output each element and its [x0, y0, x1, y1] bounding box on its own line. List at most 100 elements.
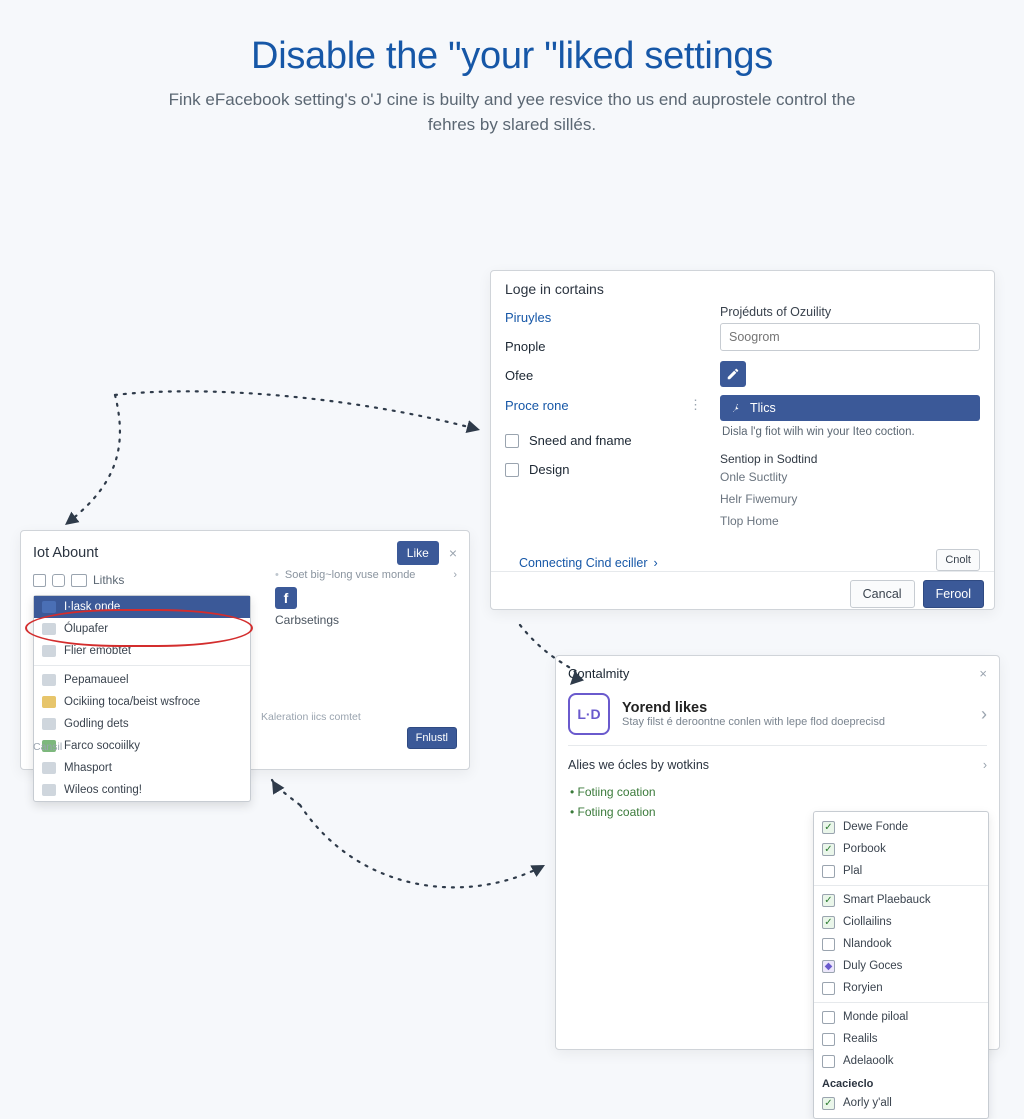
sort-hint: Soet big~long vuse monde — [285, 569, 416, 581]
folder-icon[interactable] — [52, 574, 65, 587]
nav-piruyles[interactable]: Piruyles — [505, 303, 702, 332]
chevron-right-icon[interactable]: › — [981, 704, 987, 725]
settings-nav: Piruyles Pnople Ofee Proce rone ⋮ Sneed … — [491, 299, 716, 549]
checklist-popover[interactable]: ✓Dewe Fonde ✓Porbook ✓Plal ✓Smart Plaeba… — [813, 811, 989, 1119]
connecting-link[interactable]: Connecting Cind eciller › — [505, 550, 672, 570]
nav-pnople[interactable]: Pnople — [505, 332, 702, 361]
check-item[interactable]: ✓Roryien — [814, 977, 988, 999]
about-left-column: Lithks I·lask onde Ólupafer Flier emobte… — [33, 569, 263, 749]
dropdown-item[interactable]: Flier emobtet — [34, 640, 250, 662]
hero-icon: L·D — [568, 693, 610, 735]
home-icon[interactable] — [33, 574, 46, 587]
nav-proce-rone[interactable]: Proce rone ⋮ — [505, 390, 702, 420]
dropdown-item-label: Mhasport — [64, 762, 112, 774]
check-item[interactable]: ✓Porbook — [814, 838, 988, 860]
page-subtitle: Fink eFacebook setting's o'J cine is bui… — [162, 88, 862, 137]
check-item-label: Smart Plaebauck — [843, 894, 931, 906]
subitem[interactable]: Tlop Home — [720, 510, 980, 532]
tics-desc: Disla l'g fiot wilh win your Iteo coctio… — [720, 421, 980, 448]
dropdown-item[interactable]: Farco socoiilky — [34, 735, 250, 757]
edit-icon-button[interactable] — [720, 361, 746, 387]
subitem[interactable]: Helr Fiwemury — [720, 488, 980, 510]
dropdown-item[interactable]: Mhasport — [34, 757, 250, 779]
row-allies[interactable]: Alies we ócles by wotkins › — [568, 750, 987, 780]
dropdown-item-label: Farco socoiilky — [64, 740, 140, 752]
settings-footer: Cancal Ferool — [491, 571, 994, 616]
dropdown-item-label: Ólupafer — [64, 623, 108, 635]
row-allies-label: Alies we ócles by wotkins — [568, 758, 709, 772]
settings-subhead: Sentiop in Sodtind — [720, 452, 980, 466]
chevron-right-icon: › — [654, 556, 658, 570]
about-dropdown[interactable]: I·lask onde Ólupafer Flier emobtet Pepam… — [33, 595, 251, 802]
search-input[interactable] — [720, 323, 980, 351]
proceed-button[interactable]: Ferool — [923, 580, 984, 608]
settings-detail: Projéduts of Ozuility Tlics Disla l'g fi… — [716, 299, 994, 549]
check-item[interactable]: ✓Adelaoolk — [814, 1050, 988, 1072]
dropdown-item[interactable]: Ólupafer — [34, 618, 250, 640]
breadcrumb-label: Lithks — [93, 573, 124, 587]
page-title: Disable the "your "liked settings — [162, 35, 862, 78]
about-panel: Iot Abount Like × Lithks I·lask onde Ólu… — [20, 530, 470, 770]
enlist-button[interactable]: Fnlustl — [407, 727, 457, 749]
confirm-title: Contalmity — [568, 666, 629, 681]
footnote: Cansil — [33, 741, 62, 753]
bullet-item: Fotiing coation — [570, 782, 987, 802]
check-item-label: Ciollailins — [843, 916, 892, 928]
check-item-label: Dewe Fonde — [843, 821, 908, 833]
field-label: Projéduts of Ozuility — [720, 305, 980, 319]
close-icon[interactable]: × — [449, 545, 457, 561]
check-item-label: Adelaoolk — [843, 1055, 894, 1067]
check-item-label: Roryien — [843, 982, 883, 994]
dropdown-item[interactable]: Pepamaueel — [34, 669, 250, 691]
tics-label: Tlics — [750, 401, 776, 415]
carbsettings-label[interactable]: Carbsetings — [275, 613, 457, 627]
check-item-label: Nlandook — [843, 938, 892, 950]
nav-design-label: Design — [529, 462, 569, 477]
check-item[interactable]: ✓Dewe Fonde — [814, 816, 988, 838]
settings-panel-title: Loge in cortains — [491, 271, 994, 299]
tics-bar[interactable]: Tlics — [720, 395, 980, 421]
cnolt-button[interactable]: Cnolt — [936, 549, 980, 571]
nav-design[interactable]: Design — [505, 455, 702, 484]
settings-panel: Loge in cortains Piruyles Pnople Ofee Pr… — [490, 270, 995, 610]
kebab-icon[interactable]: ⋮ — [689, 397, 702, 413]
check-item[interactable]: ✓Ciollailins — [814, 911, 988, 933]
check-item-label: Realils — [843, 1033, 878, 1045]
close-icon[interactable]: × — [979, 666, 987, 681]
hero-title: Yorend likes — [622, 700, 885, 716]
dropdown-item-selected[interactable]: I·lask onde — [34, 596, 250, 618]
subitem[interactable]: Onle Suctlity — [720, 466, 980, 488]
check-item-label: Duly Goces — [843, 960, 902, 972]
dropdown-item-label: Flier emobtet — [64, 645, 131, 657]
check-item[interactable]: ◆Duly Goces — [814, 955, 988, 977]
hero-row[interactable]: L·D Yorend likes Stay filst é deroontne … — [568, 689, 987, 741]
grid-icon[interactable] — [71, 574, 87, 587]
dropdown-item-label: Wileos conting! — [64, 784, 142, 796]
dropdown-item[interactable]: Ocikiing toca/beist wsfroce — [34, 691, 250, 713]
pin-icon — [730, 402, 742, 414]
checklist-group-label: Acacieclo — [814, 1072, 988, 1092]
nav-sneed-fname[interactable]: Sneed and fname — [505, 426, 702, 455]
check-item[interactable]: ✓Aorly y'all — [814, 1092, 988, 1114]
confirm-panel: Contalmity × L·D Yorend likes Stay filst… — [555, 655, 1000, 1050]
check-item[interactable]: ✓Smart Plaebauck — [814, 889, 988, 911]
foot-caption: Kaleration iics comtet — [261, 711, 361, 723]
check-item[interactable]: ✓Monde piloal — [814, 1006, 988, 1028]
nav-sneed-label: Sneed and fname — [529, 433, 632, 448]
facebook-icon: f — [275, 587, 297, 609]
dropdown-item[interactable]: Wileos conting! — [34, 779, 250, 801]
dropdown-item-label: Ocikiing toca/beist wsfroce — [64, 696, 200, 708]
nav-proce-rone-label: Proce rone — [505, 398, 569, 413]
check-item[interactable]: ✓Nlandook — [814, 933, 988, 955]
dropdown-item-label: Pepamaueel — [64, 674, 129, 686]
chevron-right-icon[interactable]: › — [453, 569, 457, 581]
like-button[interactable]: Like — [397, 541, 439, 565]
check-item[interactable]: ✓Realils — [814, 1028, 988, 1050]
check-item-label: Monde piloal — [843, 1011, 908, 1023]
nav-ofee[interactable]: Ofee — [505, 361, 702, 390]
about-title: Iot Abount — [33, 545, 98, 561]
dropdown-item[interactable]: Godling dets — [34, 713, 250, 735]
check-item[interactable]: ✓Plal — [814, 860, 988, 882]
cancel-button[interactable]: Cancal — [850, 580, 915, 608]
connecting-link-label: Connecting Cind eciller — [519, 556, 648, 570]
